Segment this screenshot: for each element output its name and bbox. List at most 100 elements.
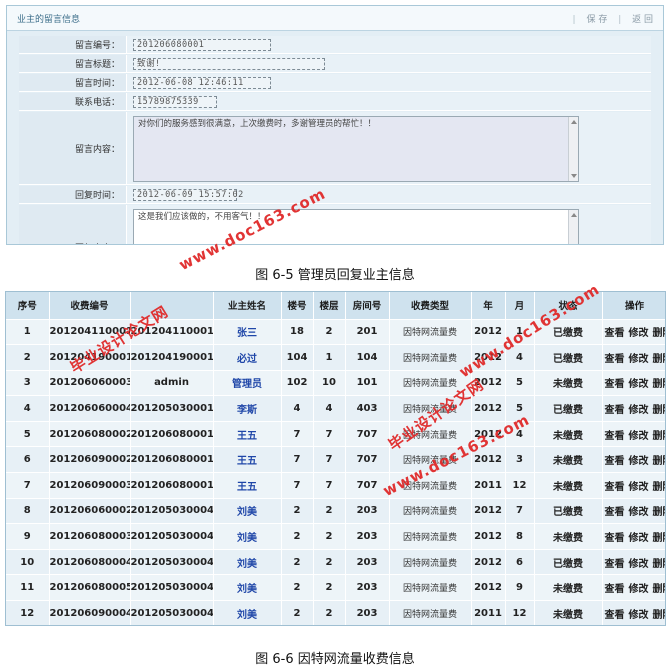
- owner-name-cell[interactable]: 李斯: [213, 395, 282, 422]
- edit-link[interactable]: 修改: [629, 559, 649, 570]
- owner-name-cell[interactable]: 张三: [213, 319, 282, 346]
- table-row: 9 201206080003 201205030004 刘美 2 2 203 因特网流量费 20…: [6, 523, 666, 550]
- view-link[interactable]: 查看: [605, 482, 625, 493]
- table-cell: 201206060003: [49, 370, 131, 397]
- phone-field[interactable]: 15789875339: [133, 96, 217, 108]
- operations-cell: 查看修改删除: [602, 319, 666, 346]
- message-id-field[interactable]: 201206080001: [133, 39, 271, 51]
- table-cell: 7: [281, 446, 314, 474]
- table-cell: 403: [345, 395, 390, 422]
- table-cell: 因特网流量费: [389, 446, 472, 474]
- table-cell: 104: [281, 344, 314, 371]
- view-link[interactable]: 查看: [605, 354, 625, 365]
- table-cell: admin: [130, 370, 214, 397]
- edit-link[interactable]: 修改: [629, 584, 649, 595]
- delete-link[interactable]: 删除: [653, 328, 666, 339]
- fee-table: 序号 收费编号 业主姓名 楼号 楼层 房间号 收费类型年月状态 操作 1 20120411000…: [6, 292, 666, 625]
- table-cell: 203: [345, 498, 390, 525]
- view-link[interactable]: 查看: [605, 584, 625, 595]
- table-cell: 4: [313, 395, 346, 422]
- owner-name-cell[interactable]: 刘美: [213, 523, 282, 550]
- edit-link[interactable]: 修改: [629, 431, 649, 442]
- edit-link[interactable]: 修改: [629, 610, 649, 621]
- table-row: 1 201204110001 201204110001 张三 18 2 201 因特网流量费 2…: [6, 319, 666, 346]
- reply-content-scrollbar[interactable]: [568, 210, 578, 244]
- view-link[interactable]: 查看: [605, 431, 625, 442]
- edit-link[interactable]: 修改: [629, 456, 649, 467]
- view-link[interactable]: 查看: [605, 533, 625, 544]
- edit-link[interactable]: 修改: [629, 379, 649, 390]
- delete-link[interactable]: 删除: [653, 533, 666, 544]
- row-phone: 联系电话： 15789875339: [19, 93, 651, 111]
- view-link[interactable]: 查看: [605, 456, 625, 467]
- table-cell: 因特网流量费: [389, 319, 472, 346]
- view-link[interactable]: 查看: [605, 405, 625, 416]
- operations-cell: 查看修改删除: [602, 421, 666, 448]
- view-link[interactable]: 查看: [605, 507, 625, 518]
- reply-content-label: 回复内容：: [19, 205, 127, 244]
- row-content: 留言内容： 对你们的服务感到很满意，上次缴费时，多谢管理员的帮忙！！: [19, 112, 651, 185]
- phone-label: 联系电话：: [19, 93, 127, 110]
- table-cell: 2: [313, 549, 346, 576]
- table-cell: 2: [281, 574, 314, 602]
- view-link[interactable]: 查看: [605, 559, 625, 570]
- owner-name-cell[interactable]: 刘美: [213, 600, 282, 625]
- view-link[interactable]: 查看: [605, 610, 625, 621]
- table-cell: 2: [313, 574, 346, 602]
- table-cell: 201206080002: [49, 421, 131, 448]
- view-link[interactable]: 查看: [605, 379, 625, 390]
- owner-name-cell[interactable]: 王五: [213, 472, 282, 499]
- owner-name-cell[interactable]: 刘美: [213, 549, 282, 576]
- reply-content-textarea[interactable]: 这是我们应该做的，不用客气！！: [133, 209, 579, 244]
- delete-link[interactable]: 删除: [653, 405, 666, 416]
- table-cell: 7: [313, 446, 346, 474]
- row-subject: 留言标题： 致谢!: [19, 55, 651, 73]
- form-actions: | 保 存 | 返 回: [572, 14, 653, 25]
- owner-name-cell[interactable]: 必过: [213, 344, 282, 371]
- table-cell: 6: [505, 549, 535, 576]
- owner-name-cell[interactable]: 刘美: [213, 574, 282, 602]
- table-cell: 2: [313, 600, 346, 625]
- save-button[interactable]: 保 存: [586, 15, 607, 25]
- delete-link[interactable]: 删除: [653, 584, 666, 595]
- operations-cell: 查看修改删除: [602, 344, 666, 371]
- table-cell: 已缴费: [534, 319, 603, 346]
- content-textarea[interactable]: 对你们的服务感到很满意，上次缴费时，多谢管理员的帮忙！！: [133, 116, 579, 182]
- delete-link[interactable]: 删除: [653, 507, 666, 518]
- message-time-field[interactable]: 2012-06-08 12:46:11: [133, 77, 271, 89]
- row-reply-time: 回复时间： 2012-06-09 15:57:02: [19, 186, 651, 204]
- delete-link[interactable]: 删除: [653, 379, 666, 390]
- figure-caption-6-5: 图 6-5 管理员回复业主信息: [255, 268, 415, 283]
- delete-link[interactable]: 删除: [653, 354, 666, 365]
- owner-name-cell[interactable]: 王五: [213, 421, 282, 448]
- delete-link[interactable]: 删除: [653, 431, 666, 442]
- reply-time-field[interactable]: 2012-06-09 15:57:02: [133, 189, 243, 201]
- edit-link[interactable]: 修改: [629, 354, 649, 365]
- table-row: 5 201206080002 201206080001 王五 7 7 707 因特网流量费 20…: [6, 421, 666, 448]
- edit-link[interactable]: 修改: [629, 405, 649, 416]
- message-form-panel: 业主的留言信息 | 保 存 | 返 回 留言编号： 201206080001 留…: [6, 5, 664, 245]
- edit-link[interactable]: 修改: [629, 482, 649, 493]
- table-cell: 2011: [471, 600, 506, 625]
- back-button[interactable]: 返 回: [632, 15, 653, 25]
- table-cell: 2012: [471, 523, 506, 550]
- delete-link[interactable]: 删除: [653, 610, 666, 621]
- owner-name-cell[interactable]: 王五: [213, 446, 282, 474]
- delete-link[interactable]: 删除: [653, 482, 666, 493]
- table-cell: 7: [313, 472, 346, 499]
- table-cell: 1: [313, 344, 346, 371]
- subject-field[interactable]: 致谢!: [133, 58, 325, 70]
- content-scrollbar[interactable]: [568, 117, 578, 181]
- view-link[interactable]: 查看: [605, 328, 625, 339]
- owner-name-cell[interactable]: 管理员: [213, 370, 282, 397]
- table-cell: 201205030004: [130, 600, 214, 625]
- owner-name-cell[interactable]: 刘美: [213, 498, 282, 525]
- delete-link[interactable]: 删除: [653, 559, 666, 570]
- table-cell: 2: [281, 523, 314, 550]
- edit-link[interactable]: 修改: [629, 328, 649, 339]
- delete-link[interactable]: 删除: [653, 456, 666, 467]
- edit-link[interactable]: 修改: [629, 507, 649, 518]
- edit-link[interactable]: 修改: [629, 533, 649, 544]
- table-cell: 201206080005: [49, 574, 131, 602]
- content-text: 对你们的服务感到很满意，上次缴费时，多谢管理员的帮忙！！: [138, 119, 377, 129]
